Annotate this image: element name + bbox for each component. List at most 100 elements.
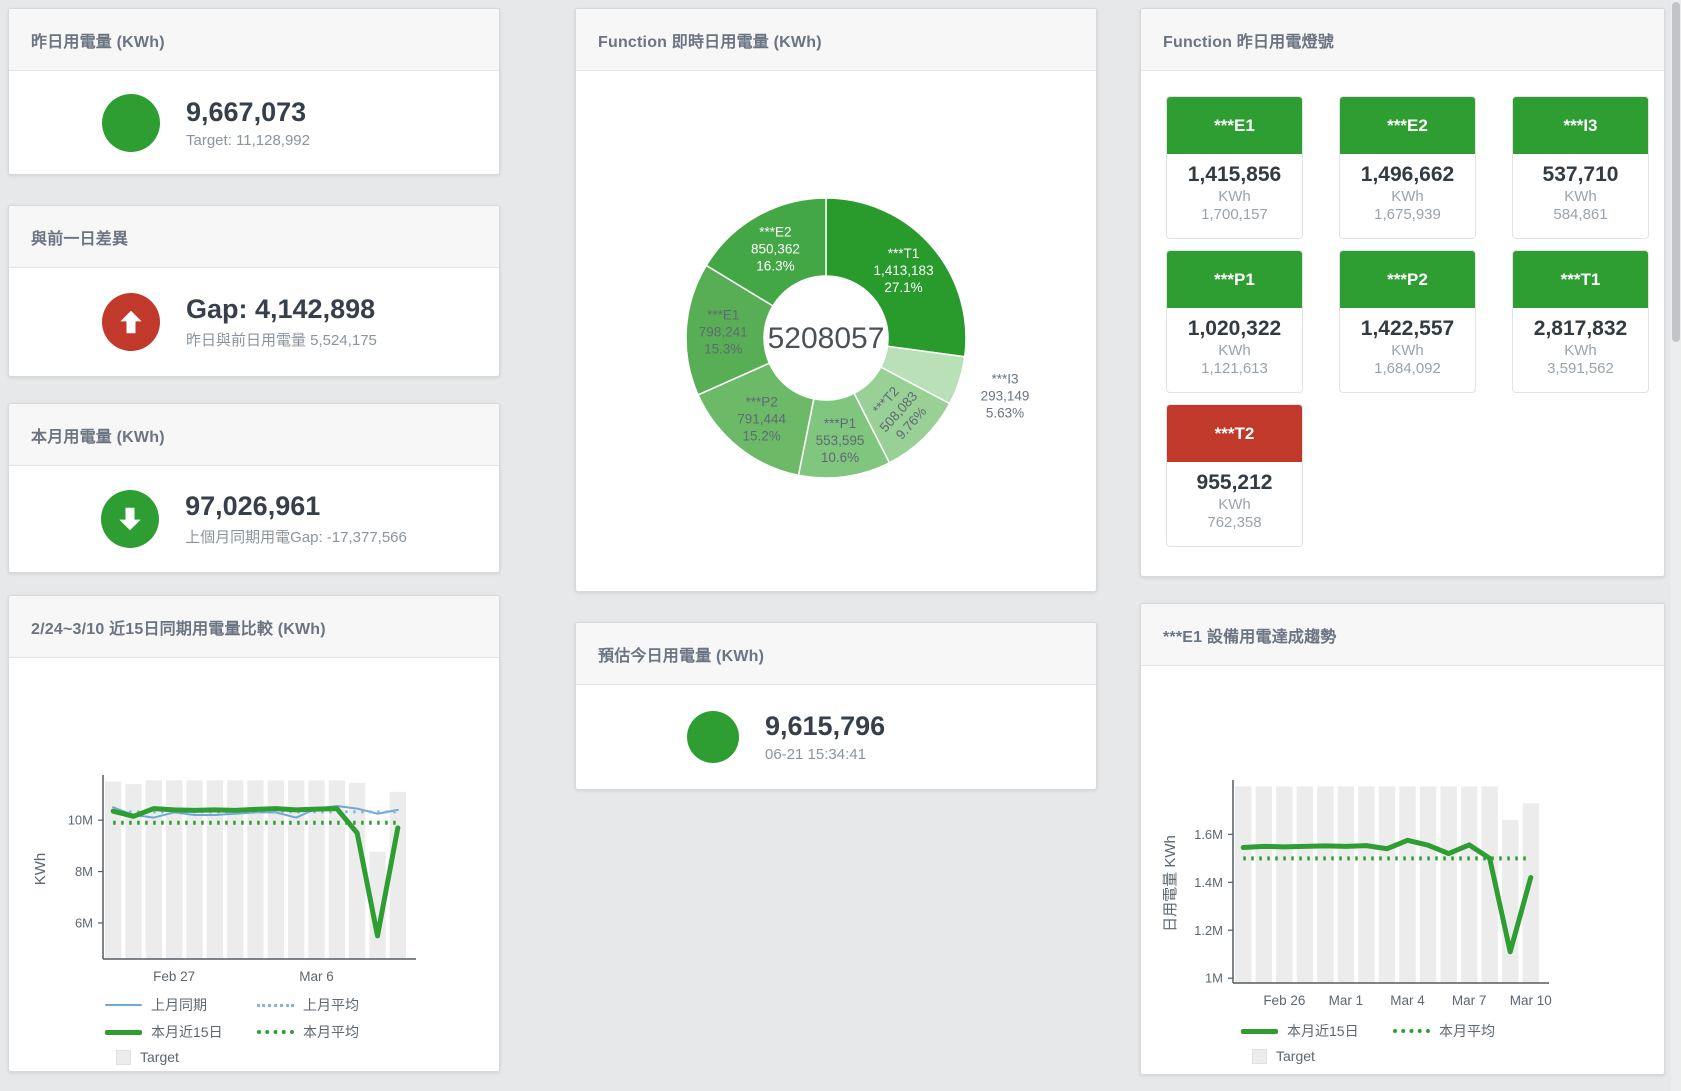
light-tile-E2: ***E21,496,662KWh1,675,939	[1339, 96, 1476, 239]
panel-title: 2/24~3/10 近15日同期用電量比較 (KWh)	[31, 615, 326, 639]
legend-line-swatch-icon	[105, 1030, 142, 1035]
status-circle-green	[102, 94, 160, 152]
light-tile-T1: ***T12,817,832KWh3,591,562	[1512, 250, 1649, 393]
svg-text:Feb 26: Feb 26	[1263, 993, 1305, 1008]
legend-row: 本月近15日本月平均	[1241, 1021, 1664, 1041]
tile-target-value: 1,121,613	[1167, 360, 1302, 377]
kpi-value: 97,026,961	[185, 491, 407, 522]
light-tile-E1: ***E1 1,415,856KWh1,700,157	[1166, 96, 1303, 239]
light-tile-P2: ***P21,422,557KWh1,684,092	[1339, 250, 1476, 393]
tile-target-value: 1,700,157	[1167, 206, 1302, 223]
legend-square-swatch-icon	[116, 1050, 131, 1065]
tile-status-header: ***E2	[1340, 97, 1475, 154]
tile-value: 1,020,322	[1167, 317, 1302, 341]
tile-status-header: ***P2	[1340, 251, 1475, 308]
kpi-body: Gap: 4,142,898 昨日與前日用電量 5,524,175	[9, 268, 499, 376]
legend-item[interactable]: 上月平均	[257, 995, 409, 1015]
kpi-body: 97,026,961 上個月同期用電Gap: -17,377,566	[9, 466, 499, 572]
kpi-subtitle: 上個月同期用電Gap: -17,377,566	[185, 526, 407, 547]
legend-item[interactable]: 本月近15日	[1241, 1021, 1393, 1041]
legend-item[interactable]: 本月平均	[1393, 1021, 1545, 1041]
panel-header: Function 昨日用電燈號	[1141, 9, 1664, 71]
legend-item[interactable]: Target	[1241, 1048, 1393, 1064]
legend-label: 本月近15日	[151, 1022, 223, 1042]
tile-value: 537,710	[1513, 163, 1648, 187]
vertical-scrollbar[interactable]	[1671, 0, 1681, 1091]
tile-value: 1,496,662	[1340, 163, 1475, 187]
svg-text:日用電量 KWh: 日用電量 KWh	[1162, 835, 1179, 932]
trend-chart-legend: 本月近15日本月平均Target	[1141, 1014, 1664, 1064]
legend-dash-swatch-icon	[257, 1004, 294, 1007]
panel-title: 與前一日差異	[31, 225, 128, 249]
kpi-text: 9,615,796 06-21 15:34:41	[765, 711, 985, 763]
legend-item[interactable]: 上月同期	[105, 995, 257, 1015]
kpi-text: 97,026,961 上個月同期用電Gap: -17,377,566	[185, 491, 407, 547]
panel-15day-compare-chart: 2/24~3/10 近15日同期用電量比較 (KWh) 6M8M10MKWhFe…	[8, 595, 500, 1072]
legend-row: Target	[105, 1049, 499, 1065]
svg-text:1.4M: 1.4M	[1194, 875, 1223, 890]
panel-title: Function 昨日用電燈號	[1163, 28, 1334, 52]
svg-text:***I3293,1495.63%: ***I3293,1495.63%	[981, 372, 1030, 421]
svg-text:10M: 10M	[68, 813, 93, 828]
panel-title: 昨日用電量 (KWh)	[31, 28, 165, 52]
svg-text:5208057: 5208057	[768, 322, 885, 355]
legend-dash-swatch-icon	[1393, 1029, 1430, 1033]
legend-row: 本月近15日 本月平均	[105, 1022, 499, 1042]
tile-unit: KWh	[1513, 342, 1648, 359]
kpi-value: 9,667,073	[186, 97, 406, 128]
tile-value: 1,415,856	[1167, 163, 1302, 187]
kpi-value: Gap: 4,142,898	[186, 294, 406, 325]
panel-header: 昨日用電量 (KWh)	[9, 9, 499, 71]
arrow-up-icon	[102, 293, 160, 351]
tile-status-header: ***E1	[1167, 97, 1302, 154]
tile-status-header: ***T2	[1167, 405, 1302, 462]
compare-line-chart[interactable]: 6M8M10MKWhFeb 27Mar 6	[9, 658, 501, 988]
svg-text:KWh: KWh	[32, 853, 49, 886]
legend-row: 上月同期 上月平均	[105, 995, 499, 1015]
svg-text:8M: 8M	[75, 864, 93, 879]
legend-label: 本月平均	[303, 1022, 359, 1042]
light-tiles-grid: ***E11,415,856KWh1,700,157***E21,496,662…	[1141, 71, 1664, 547]
kpi-subtitle: 06-21 15:34:41	[765, 746, 985, 763]
tile-value: 955,212	[1167, 471, 1302, 495]
tile-unit: KWh	[1513, 188, 1648, 205]
arrow-down-icon	[101, 490, 159, 548]
trend-line-chart[interactable]: 1M1.2M1.4M1.6M日用電量 KWhFeb 26Mar 1Mar 4Ma…	[1141, 666, 1666, 1011]
panel-header: Function 即時日用電量 (KWh)	[576, 9, 1096, 71]
tile-target-value: 584,861	[1513, 206, 1648, 223]
donut-chart[interactable]: ***T11,413,18327.1%***I3293,1495.63%***T…	[576, 71, 1096, 591]
panel-estimate-today: 預估今日用電量 (KWh) 9,615,796 06-21 15:34:41	[575, 622, 1097, 790]
scrollbar-thumb[interactable]	[1672, 2, 1680, 342]
svg-text:Mar 7: Mar 7	[1452, 993, 1487, 1008]
panel-header: 與前一日差異	[9, 206, 499, 268]
panel-header: 預估今日用電量 (KWh)	[576, 623, 1096, 685]
panel-month-usage: 本月用電量 (KWh) 97,026,961 上個月同期用電Gap: -17,3…	[8, 403, 500, 573]
tile-unit: KWh	[1340, 188, 1475, 205]
kpi-body: 9,667,073 Target: 11,128,992	[9, 71, 499, 174]
kpi-value: 9,615,796	[765, 711, 985, 742]
legend-dash-swatch-icon	[257, 1030, 294, 1034]
svg-text:1M: 1M	[1205, 971, 1223, 986]
tile-unit: KWh	[1167, 342, 1302, 359]
legend-item[interactable]: 本月近15日	[105, 1022, 257, 1042]
panel-header: ***E1 設備用電達成趨勢	[1141, 604, 1664, 666]
light-tile-P1: ***P11,020,322KWh1,121,613	[1166, 250, 1303, 393]
tile-target-value: 3,591,562	[1513, 360, 1648, 377]
panel-yesterday-usage: 昨日用電量 (KWh) 9,667,073 Target: 11,128,992	[8, 8, 500, 175]
compare-chart-legend: 上月同期 上月平均本月近15日 本月平均 Target	[9, 988, 499, 1065]
tile-unit: KWh	[1167, 496, 1302, 513]
legend-item[interactable]: Target	[105, 1049, 257, 1065]
panel-e1-trend-chart: ***E1 設備用電達成趨勢 1M1.2M1.4M1.6M日用電量 KWhFeb…	[1140, 603, 1665, 1075]
legend-label: 上月同期	[151, 995, 207, 1015]
svg-text:6M: 6M	[75, 916, 93, 931]
panel-title: Function 即時日用電量 (KWh)	[598, 28, 822, 52]
tile-status-header: ***T1	[1513, 251, 1648, 308]
svg-text:Mar 4: Mar 4	[1390, 993, 1425, 1008]
legend-item[interactable]: 本月平均	[257, 1022, 409, 1042]
legend-label: Target	[140, 1049, 179, 1065]
light-tile-I3: ***I3537,710KWh584,861	[1512, 96, 1649, 239]
kpi-body: 9,615,796 06-21 15:34:41	[576, 685, 1096, 789]
chart-body: 6M8M10MKWhFeb 27Mar 6 上月同期上月平均本月近15日本月平均…	[9, 658, 499, 1071]
tile-unit: KWh	[1167, 188, 1302, 205]
tile-value: 1,422,557	[1340, 317, 1475, 341]
